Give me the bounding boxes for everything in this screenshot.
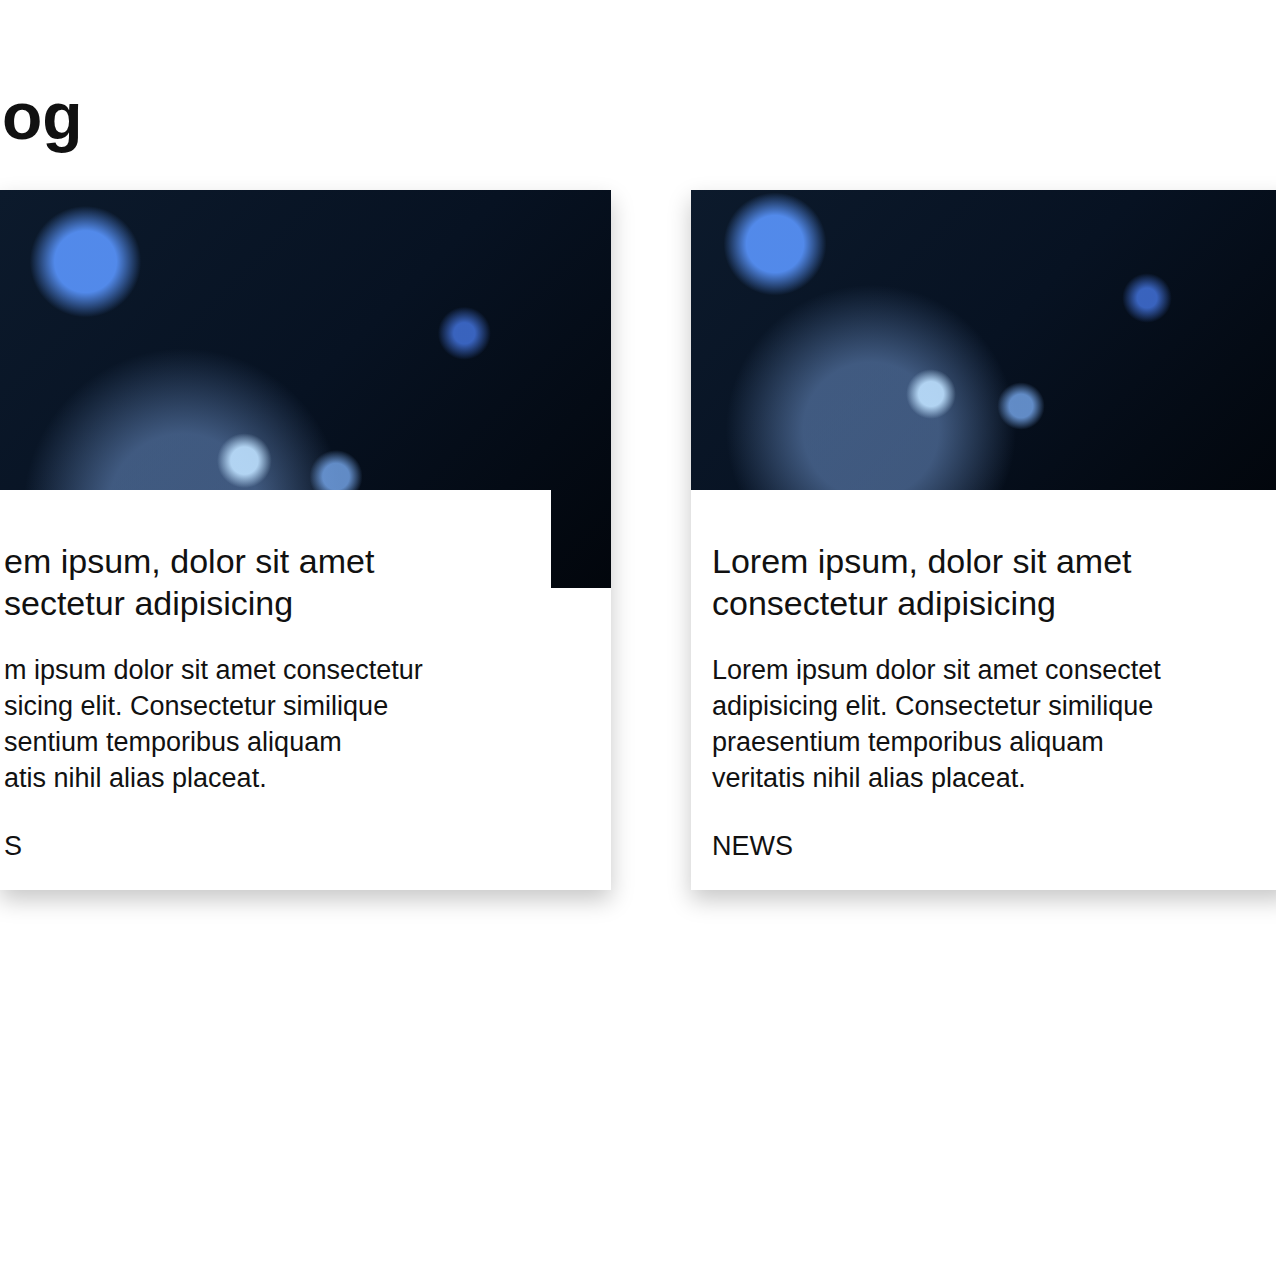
blog-page: og em ipsum, dolor sit ametsectetur adipi… xyxy=(0,0,1276,1276)
excerpt-line: adipisicing elit. Consectetur similique xyxy=(712,688,1271,724)
title-line: Lorem ipsum, dolor sit amet xyxy=(712,540,1271,582)
card-row: em ipsum, dolor sit ametsectetur adipisi… xyxy=(0,190,1276,890)
card-content: em ipsum, dolor sit ametsectetur adipisi… xyxy=(0,490,551,890)
card-title[interactable]: Lorem ipsum, dolor sit ametconsectetur a… xyxy=(712,540,1271,624)
card-tag[interactable]: NEWS xyxy=(712,828,1271,864)
card-tag[interactable]: S xyxy=(4,828,531,864)
excerpt-line: atis nihil alias placeat. xyxy=(4,760,531,796)
card-image xyxy=(691,190,1276,490)
card-title[interactable]: em ipsum, dolor sit ametsectetur adipisi… xyxy=(4,540,531,624)
excerpt-line: praesentium temporibus aliquam xyxy=(712,724,1271,760)
card-content: Lorem ipsum, dolor sit ametconsectetur a… xyxy=(691,490,1276,890)
blog-card[interactable]: em ipsum, dolor sit ametsectetur adipisi… xyxy=(0,190,611,890)
title-line: sectetur adipisicing xyxy=(4,582,531,624)
section-title: og xyxy=(0,78,1276,154)
card-excerpt: m ipsum dolor sit amet consectetursicing… xyxy=(4,652,531,796)
excerpt-line: sicing elit. Consectetur similique xyxy=(4,688,531,724)
excerpt-line: sentium temporibus aliquam xyxy=(4,724,531,760)
title-line: consectetur adipisicing xyxy=(712,582,1271,624)
excerpt-line: Lorem ipsum dolor sit amet consectet xyxy=(712,652,1271,688)
excerpt-line: m ipsum dolor sit amet consectetur xyxy=(4,652,531,688)
card-excerpt: Lorem ipsum dolor sit amet consectetadip… xyxy=(712,652,1271,796)
title-line: em ipsum, dolor sit amet xyxy=(4,540,531,582)
blog-card[interactable]: Lorem ipsum, dolor sit ametconsectetur a… xyxy=(691,190,1276,890)
excerpt-line: veritatis nihil alias placeat. xyxy=(712,760,1271,796)
